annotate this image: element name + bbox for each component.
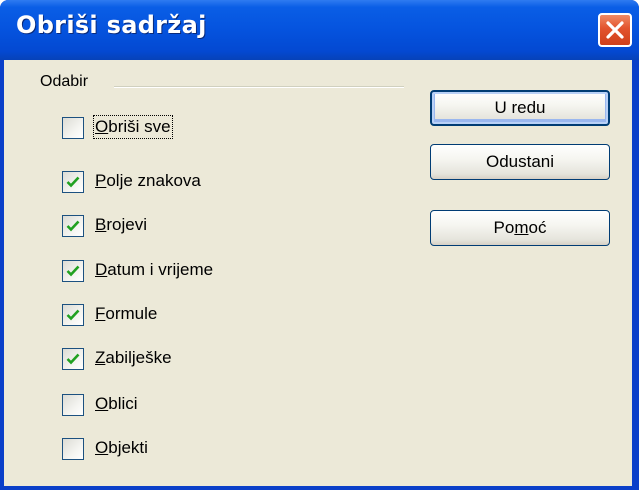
label-text: atum i vrijeme <box>107 260 214 279</box>
mnemonic-letter: Z <box>95 348 106 367</box>
checkbox-label: Obriši sve <box>93 115 173 139</box>
checkbox[interactable] <box>62 394 84 416</box>
window-title: Obriši sadržaj <box>16 11 207 39</box>
checkbox-label: Formule <box>95 304 157 324</box>
label-text: bjekti <box>108 438 148 457</box>
mnemonic-letter: F <box>95 304 106 323</box>
checkmark-icon <box>66 309 80 321</box>
checkbox-label: Oblici <box>95 394 138 414</box>
mnemonic-letter: P <box>95 171 107 190</box>
dialog-window: Obriši sadržaj Odabir Obriši sve Polje z… <box>0 0 639 490</box>
mnemonic-letter: O <box>95 394 109 413</box>
mnemonic-letter: O <box>95 117 109 136</box>
help-button[interactable]: Pomoć <box>430 210 610 246</box>
label-text: briši sve <box>108 117 171 136</box>
group-label: Odabir <box>40 73 89 90</box>
title-bar[interactable]: Obriši sadržaj <box>0 0 639 60</box>
mnemonic-letter: D <box>95 260 108 279</box>
label-text: abilješke <box>105 348 172 367</box>
group-divider <box>114 86 404 88</box>
checkbox[interactable] <box>62 171 84 193</box>
checkbox-label: Brojevi <box>95 215 147 235</box>
help-label-start: Po <box>493 218 515 237</box>
close-button[interactable] <box>598 13 632 47</box>
checkbox[interactable] <box>62 438 84 460</box>
dialog-body: Odabir Obriši sve Polje znakova Brojevi … <box>4 60 632 486</box>
checkbox[interactable] <box>62 304 84 326</box>
label-text: ormule <box>105 304 158 323</box>
checkbox-label: Polje znakova <box>95 171 201 191</box>
checkbox[interactable] <box>62 215 84 237</box>
help-mnemonic-letter: m <box>514 218 529 237</box>
checkbox[interactable] <box>62 117 84 139</box>
help-label-end: oć <box>528 218 547 237</box>
checkmark-icon <box>66 353 80 365</box>
checkmark-icon <box>66 265 80 277</box>
mnemonic-letter: O <box>95 438 109 457</box>
checkmark-icon <box>66 176 80 188</box>
label-text: rojevi <box>106 215 147 234</box>
checkbox-label: Datum i vrijeme <box>95 260 213 280</box>
mnemonic-letter: B <box>95 215 107 234</box>
label-text: olje znakova <box>106 171 201 190</box>
checkbox[interactable] <box>62 348 84 370</box>
checkbox-label: Objekti <box>95 438 148 458</box>
label-text: blici <box>108 394 138 413</box>
close-icon <box>606 21 624 39</box>
cancel-button[interactable]: Odustani <box>430 144 610 180</box>
checkbox[interactable] <box>62 260 84 282</box>
ok-button[interactable]: U redu <box>430 90 610 126</box>
checkmark-icon <box>66 220 80 232</box>
checkbox-label: Zabilješke <box>95 348 172 368</box>
